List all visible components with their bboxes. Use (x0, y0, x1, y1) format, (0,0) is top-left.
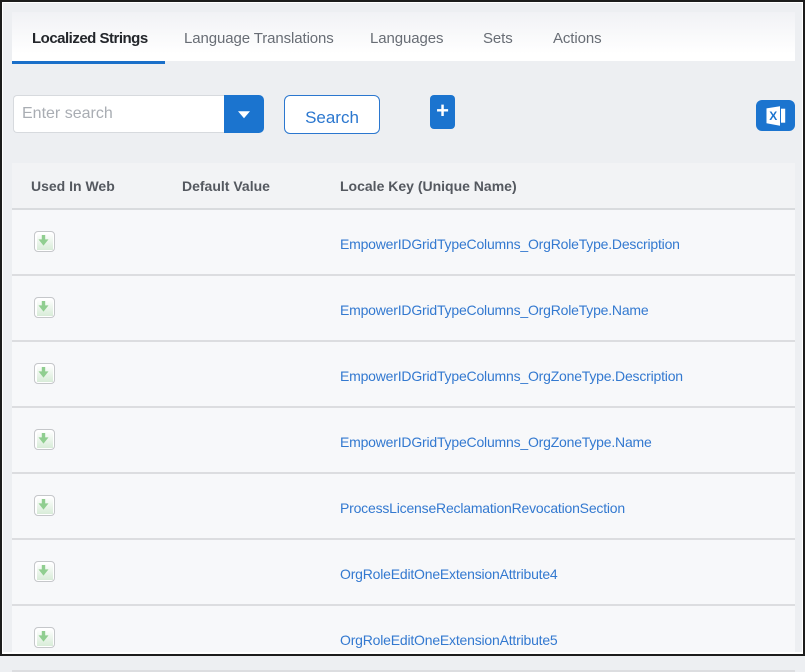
svg-text:X: X (769, 109, 777, 123)
